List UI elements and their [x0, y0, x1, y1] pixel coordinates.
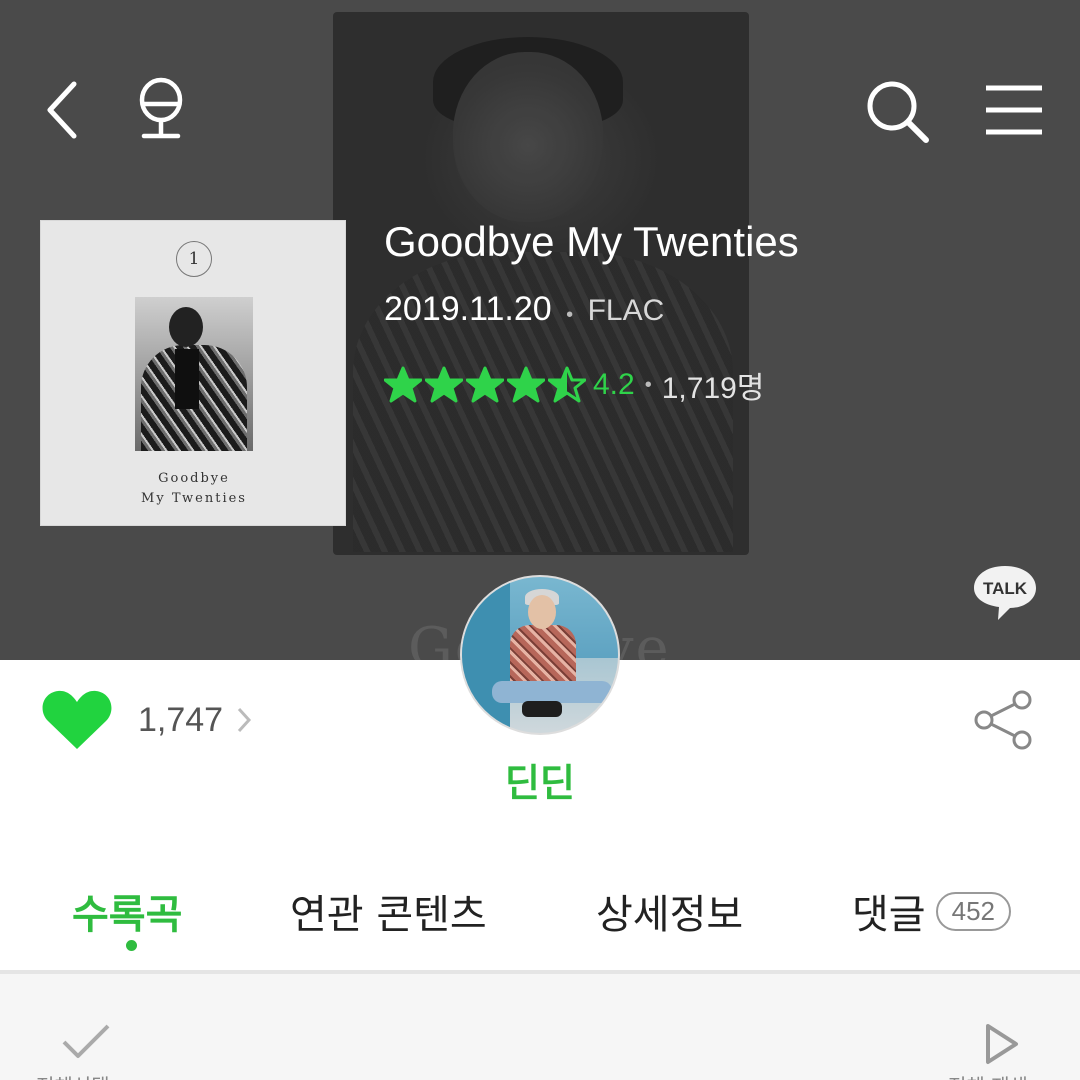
cover-title: Goodbye My Twenties [141, 471, 247, 506]
hamburger-menu-icon[interactable] [982, 82, 1046, 138]
like-count: 1,747 [138, 700, 224, 739]
album-header: Goodbye 1 Goodbye My Twenties Goodbye My… [0, 0, 1080, 660]
rating-row[interactable]: 4.2 • 1,719명 [384, 364, 764, 406]
separator-dot: • [644, 373, 652, 396]
share-icon[interactable] [972, 690, 1034, 750]
album-meta: 2019.11.20 • FLAC [384, 290, 664, 329]
talk-bubble-icon: TALK [974, 566, 1036, 620]
play-icon[interactable] [982, 1022, 1022, 1066]
select-all-label[interactable]: 전체선택 [36, 1070, 110, 1080]
search-icon[interactable] [862, 76, 932, 146]
album-title: Goodbye My Twenties [384, 218, 799, 265]
comment-count-badge: 452 [935, 891, 1011, 931]
audio-format: FLAC [587, 294, 665, 327]
star-icon [507, 366, 545, 403]
cover-badge: 1 [176, 241, 212, 277]
tab-bar: 수록곡 연관 콘텐츠 상세정보 댓글 452 [0, 870, 1080, 970]
separator-dot: • [566, 304, 574, 327]
microphone-icon[interactable] [132, 76, 190, 144]
tab-related-content[interactable]: 연관 콘텐츠 [290, 882, 487, 940]
tab-details[interactable]: 상세정보 [596, 882, 743, 940]
heart-icon [42, 690, 112, 749]
cover-photo [135, 297, 253, 451]
artist-name[interactable]: 딘딘 [440, 752, 640, 807]
like-button[interactable]: 1,747 [40, 688, 253, 752]
bottom-action-bar [0, 974, 1080, 1080]
svg-text:TALK: TALK [983, 579, 1028, 598]
rating-count: 1,719명 [661, 372, 765, 405]
star-rating [384, 366, 589, 404]
star-icon [466, 366, 504, 403]
tab-comments-label: 댓글 [852, 892, 926, 938]
rating-value: 4.2 [593, 368, 635, 401]
tab-tracks[interactable]: 수록곡 [72, 882, 182, 940]
talk-button[interactable]: TALK [972, 562, 1038, 622]
star-icon [425, 366, 463, 403]
background-artist-photo [333, 12, 749, 555]
tab-comments[interactable]: 댓글 452 [852, 882, 1011, 940]
star-icon [548, 366, 586, 403]
star-icon [384, 366, 422, 403]
release-date: 2019.11.20 [384, 290, 552, 328]
play-all-label[interactable]: 전체 재생 [948, 1070, 1028, 1080]
back-arrow-icon[interactable] [38, 78, 88, 142]
active-tab-indicator [126, 940, 137, 951]
chevron-right-icon [237, 707, 252, 733]
checkmark-icon[interactable] [60, 1020, 112, 1064]
artist-avatar[interactable] [460, 575, 620, 735]
album-cover[interactable]: 1 Goodbye My Twenties [40, 220, 346, 526]
